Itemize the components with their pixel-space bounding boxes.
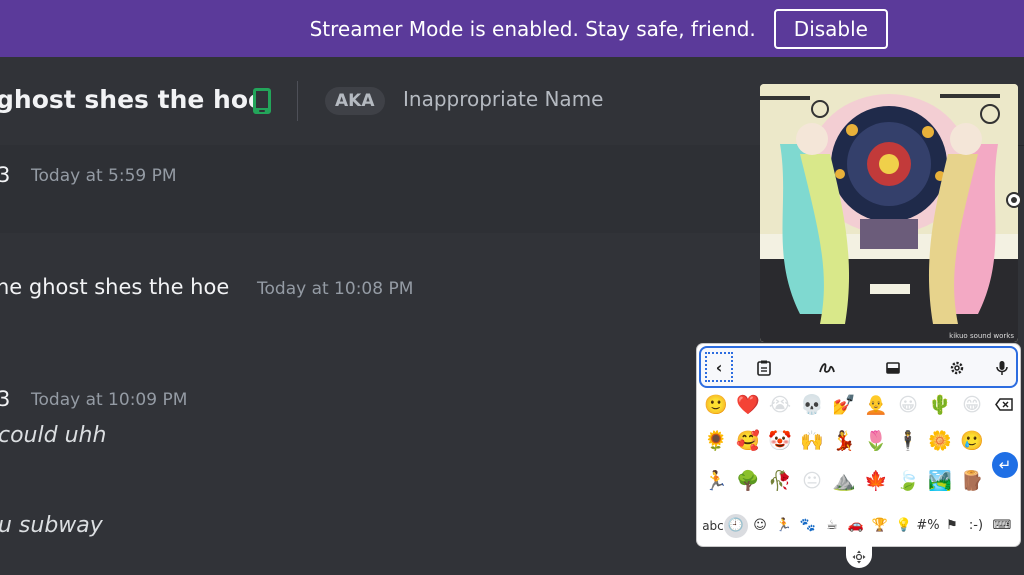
emoji-key[interactable]: 😭 (767, 392, 793, 418)
channel-title: ghost shes the hoe (0, 85, 265, 114)
album-art-caption: kikuo sound works (949, 332, 1014, 340)
activities-category-icon[interactable]: 🏆 (868, 514, 892, 538)
emoji-key[interactable]: 🙌 (799, 428, 825, 454)
abc-keyboard-button[interactable]: abc (699, 514, 727, 538)
settings-gear-icon[interactable] (946, 357, 968, 379)
message-author[interactable]: he ghost shes the hoe (0, 275, 229, 299)
back-arrow-icon[interactable]: ‹ (705, 352, 733, 382)
emoji-key[interactable]: ❤️ (735, 392, 761, 418)
emoji-key[interactable]: 😐 (799, 468, 825, 494)
emoji-key[interactable]: 🌵 (927, 392, 953, 418)
people-category-icon[interactable]: 🏃 (772, 514, 796, 538)
disable-streamer-mode-button[interactable]: Disable (773, 8, 888, 49)
header-divider (297, 81, 298, 121)
symbols-category-icon[interactable]: #% (916, 514, 940, 538)
message-timestamp: Today at 10:09 PM (31, 390, 188, 410)
aka-name[interactable]: Inappropriate Name (403, 87, 603, 111)
flags-category-icon[interactable]: ⚑ (940, 514, 964, 538)
message-content: u subway (0, 513, 103, 538)
album-art-image[interactable]: kikuo sound works (760, 84, 1018, 342)
emoji-key[interactable]: 🥀 (767, 468, 793, 494)
emoji-key[interactable]: 😀 (895, 392, 921, 418)
aka-badge: AKA (325, 87, 385, 115)
keyboard-toolbar: ‹ (699, 346, 1018, 388)
emoji-category-bar: abc 🕘 ☺ 🏃 🐾 ☕ 🚗 🏆 💡 #% ⚑ :-) ⌨ (697, 514, 1020, 540)
emoji-key[interactable]: 🙂 (703, 392, 729, 418)
smileys-category-icon[interactable]: ☺ (748, 514, 772, 538)
recent-category-icon[interactable]: 🕘 (724, 514, 748, 538)
clipboard-icon[interactable] (753, 357, 775, 379)
emoji-key[interactable]: 🍁 (863, 468, 889, 494)
message-row[interactable]: 3 Today at 5:59 PM (0, 145, 760, 233)
streamer-mode-banner: Streamer Mode is enabled. Stay safe, fri… (0, 0, 1024, 57)
mobile-phone-icon (252, 87, 272, 119)
backspace-key[interactable] (992, 392, 1016, 416)
emoji-key[interactable]: 🥰 (735, 428, 761, 454)
keyboard-icon[interactable]: ⌨ (990, 514, 1014, 538)
emoji-key[interactable]: 🪵 (959, 468, 985, 494)
handwriting-icon[interactable] (816, 357, 838, 379)
emoji-key[interactable]: 💅 (831, 392, 857, 418)
microphone-icon[interactable] (991, 357, 1013, 379)
emoji-key[interactable]: 🏃 (703, 468, 729, 494)
travel-category-icon[interactable]: 🚗 (844, 514, 868, 538)
emoji-key[interactable]: 🍃 (895, 468, 921, 494)
emoji-key[interactable]: 🕴️ (895, 428, 921, 454)
message-author[interactable]: 3 (0, 387, 10, 411)
message-row[interactable]: 3 Today at 10:09 PM could uhh (0, 375, 760, 465)
scroll-handle-icon[interactable] (1004, 190, 1024, 210)
on-screen-keyboard: ‹ 🙂 ❤️ 😭 💀 💅 🧑‍🦲 😀 🌵 😁 🌻 🥰 🤡 🙌 (697, 344, 1020, 546)
emoji-key[interactable]: 🥲 (959, 428, 985, 454)
message-content: could uhh (0, 423, 107, 448)
emoji-key[interactable]: 🌻 (703, 428, 729, 454)
one-handed-mode-icon[interactable] (882, 357, 904, 379)
message-row[interactable]: he ghost shes the hoe Today at 10:08 PM (0, 255, 760, 325)
emoji-key[interactable]: 🤡 (767, 428, 793, 454)
emoji-key[interactable]: 🌼 (927, 428, 953, 454)
emoji-key[interactable]: 💃 (831, 428, 857, 454)
emoji-key[interactable]: 🧑‍🦲 (863, 392, 889, 418)
emoji-key[interactable]: 🌳 (735, 468, 761, 494)
objects-category-icon[interactable]: 💡 (892, 514, 916, 538)
emoji-key[interactable]: 🏞️ (927, 468, 953, 494)
emoji-key[interactable]: 💀 (799, 392, 825, 418)
emoji-key[interactable]: 🌷 (863, 428, 889, 454)
message-row[interactable]: u subway (0, 505, 760, 545)
emoticons-category-icon[interactable]: :-) (964, 514, 988, 538)
streamer-mode-text: Streamer Mode is enabled. Stay safe, fri… (309, 16, 756, 41)
message-author[interactable]: 3 (0, 163, 10, 187)
message-timestamp: Today at 5:59 PM (31, 166, 177, 186)
emoji-key[interactable]: ⛰️ (831, 468, 857, 494)
animals-category-icon[interactable]: 🐾 (796, 514, 820, 538)
enter-key[interactable]: ↵ (992, 452, 1018, 478)
keyboard-move-handle-icon[interactable] (846, 546, 872, 568)
emoji-key[interactable]: 😁 (959, 392, 985, 418)
food-category-icon[interactable]: ☕ (820, 514, 844, 538)
message-timestamp: Today at 10:08 PM (257, 279, 414, 299)
